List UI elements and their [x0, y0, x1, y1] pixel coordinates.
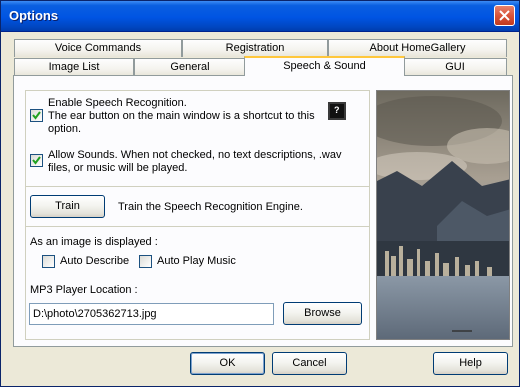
help-button[interactable]: Help [433, 352, 508, 375]
allow-sounds-label-1: Allow Sounds. When not checked, no text … [48, 149, 342, 161]
tab-voice-commands[interactable]: Voice Commands [14, 39, 182, 57]
tab-registration[interactable]: Registration [182, 39, 328, 57]
enable-speech-checkbox[interactable] [30, 109, 43, 122]
tab-label: Voice Commands [54, 42, 142, 54]
allow-sounds-checkbox[interactable] [30, 154, 43, 167]
cancel-button[interactable]: Cancel [272, 352, 347, 375]
enable-speech-desc-2: option. [48, 123, 82, 135]
tab-about-homegallery[interactable]: About HomeGallery [328, 39, 507, 57]
tab-label: Image List [48, 61, 100, 73]
auto-play-music-label: Auto Play Music [157, 255, 236, 267]
train-button[interactable]: Train [30, 195, 105, 218]
tab-label: GUI [445, 61, 465, 73]
tab-label: Registration [225, 42, 285, 54]
window-title: Options [9, 8, 59, 23]
tab-label: Speech & Sound [283, 60, 366, 72]
city-photo [377, 91, 509, 339]
auto-play-music-checkbox[interactable] [139, 255, 152, 268]
check-icon [32, 111, 41, 120]
help-icon[interactable]: ? [328, 102, 346, 120]
title-bar[interactable]: Options [1, 1, 519, 32]
auto-describe-checkbox[interactable] [42, 255, 55, 268]
tab-speech-sound[interactable]: Speech & Sound [244, 56, 405, 76]
image-displayed-label: As an image is displayed : [30, 236, 158, 248]
train-description: Train the Speech Recognition Engine. [118, 201, 303, 213]
enable-speech-label: Enable Speech Recognition. [48, 97, 187, 109]
tab-label: General [170, 61, 210, 73]
separator [25, 186, 370, 187]
close-button[interactable] [494, 5, 515, 26]
close-icon [499, 10, 510, 21]
tab-label: About HomeGallery [369, 42, 466, 54]
auto-describe-label: Auto Describe [60, 255, 130, 267]
separator [25, 226, 370, 227]
browse-button[interactable]: Browse [283, 302, 362, 325]
help-glyph: ? [334, 105, 340, 115]
ok-button[interactable]: OK [190, 352, 265, 375]
check-icon [32, 156, 41, 165]
enable-speech-desc-1: The ear button on the main window is a s… [48, 110, 315, 122]
preview-image [376, 90, 510, 340]
tab-gui[interactable]: GUI [403, 58, 507, 76]
allow-sounds-label-2: files, or music will be played. [48, 162, 188, 174]
mp3-location-label: MP3 Player Location : [30, 284, 138, 296]
tab-image-list[interactable]: Image List [14, 58, 134, 76]
mp3-location-input[interactable] [29, 303, 274, 325]
tab-general[interactable]: General [134, 58, 246, 76]
